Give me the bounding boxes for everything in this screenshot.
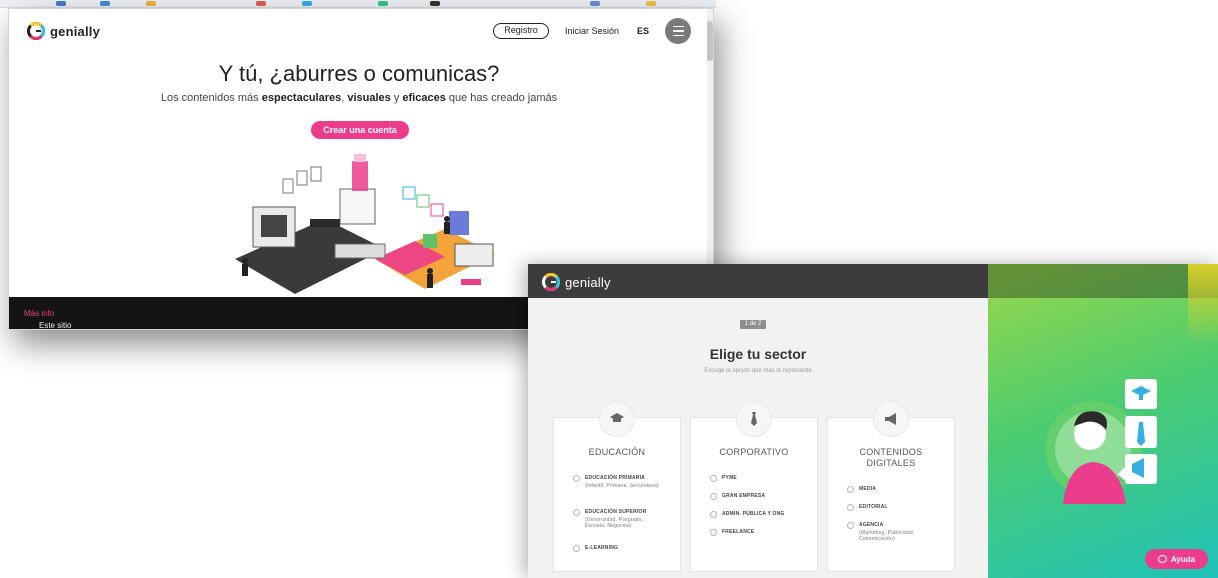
onboarding-title: Elige tu sector [709,346,807,362]
genially-logo[interactable]: genially [542,273,611,291]
radio-button[interactable] [573,509,580,516]
page-scrollbar[interactable] [707,9,713,299]
radio-button[interactable] [710,511,717,518]
option-public-admin-ngo[interactable]: Admin. pública y ONG [710,511,785,518]
onboarding-header: genially [528,264,988,298]
radio-button[interactable] [847,486,854,493]
option-media[interactable]: Media [847,486,876,493]
screenshot-stage: genially Registro Iniciar Sesión ES Y tú… [0,0,1218,578]
genially-logo[interactable]: genially [27,22,100,40]
cookie-more-info-link[interactable]: Más info [24,309,54,318]
logo-text: genially [50,23,101,39]
option-large-company[interactable]: Gran empresa [710,493,765,500]
card-title: CONTENIDOS DIGITALES [859,447,923,468]
step-indicator: 1 de 2 [740,320,766,329]
option-higher-education[interactable]: Educación superior (Universidad, Posgrado… [573,509,653,529]
browser-toolbar-strip [0,0,716,8]
register-button[interactable]: Registro [493,23,549,39]
tie-icon [736,401,772,437]
login-link[interactable]: Iniciar Sesión [565,26,619,36]
landing-header: genially Registro Iniciar Sesión ES [9,9,713,53]
hero-subtitle: Los contenidos más espectaculares, visua… [160,92,558,104]
radio-button[interactable] [710,493,717,500]
option-primary-education[interactable]: Educación primaria (Infantil, Primaria, S… [573,475,659,489]
sector-card-education[interactable]: EDUCACIÓN Educación primaria (Infantil, P… [553,401,681,572]
onboarding-window: genially 1 de 2 Elige tu sector Escoge l… [528,264,1218,578]
sector-card-corporate[interactable]: CORPORATIVO Pyme Gran empresa Admin. púb… [690,401,818,572]
onboarding-subtitle: Escoge la opción que más te represente [704,368,812,374]
radio-button[interactable] [710,529,717,536]
radio-button[interactable] [573,545,580,552]
option-elearning[interactable]: E-learning [573,545,618,552]
sector-card-digital-content[interactable]: CONTENIDOS DIGITALES Media Editorial Age… [827,401,955,572]
radio-button[interactable] [847,522,854,529]
language-selector[interactable]: ES [637,26,649,36]
option-editorial[interactable]: Editorial [847,504,888,511]
create-account-button[interactable]: Crear una cuenta [311,121,409,139]
logo-text: genially [565,274,611,290]
graduation-cap-icon [599,401,635,437]
cookie-text: Este sitio web utiliza cookies para gara… [24,309,72,330]
menu-button[interactable] [665,18,691,44]
genially-logo-icon [542,273,560,291]
sector-illustration [1045,379,1157,504]
help-button[interactable]: Ayuda [1145,549,1208,569]
scrollbar-thumb[interactable] [707,21,713,61]
radio-button[interactable] [573,475,580,482]
menu-icon [672,25,684,28]
card-title: CORPORATIVO [719,447,789,457]
card-title: EDUCACIÓN [588,447,646,457]
chat-bubble-icon [1157,555,1167,563]
hero-title: Y tú, ¿aburres o comunicas? [218,61,500,86]
radio-button[interactable] [847,504,854,511]
genially-logo-icon [27,22,45,40]
megaphone-icon [873,401,909,437]
hero-isometric-illustration [235,154,495,294]
radio-button[interactable] [710,475,717,482]
option-agency[interactable]: Agencia (Marketing, Publicidad, Comunicac… [847,522,929,542]
option-freelance[interactable]: Freelance [710,529,754,536]
option-pyme[interactable]: Pyme [710,475,737,482]
